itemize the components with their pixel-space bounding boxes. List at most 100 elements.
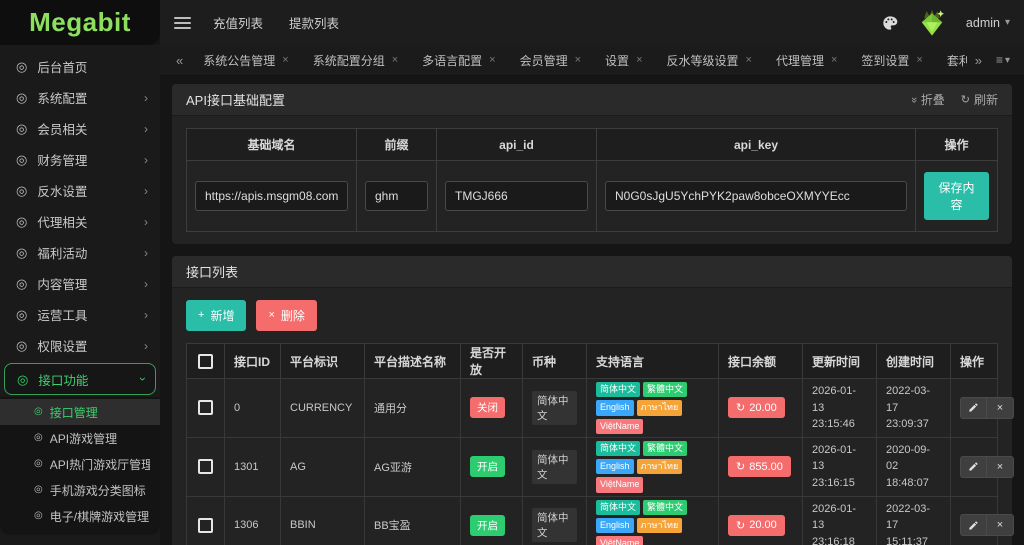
- edit-button[interactable]: [960, 397, 987, 419]
- sidebar-item[interactable]: ◎福利活动›: [0, 237, 160, 268]
- row-checkbox[interactable]: [198, 400, 213, 415]
- api-config-table: 基础域名 前缀 api_id api_key 操作 保存内容: [186, 128, 998, 232]
- updated-time: 23:15:46: [812, 416, 867, 433]
- delete-button[interactable]: × 删除: [256, 300, 316, 331]
- interface-list-panel: 接口列表 + 新增 × 删除: [172, 256, 1012, 545]
- tab-item[interactable]: 多语言配置×: [410, 45, 507, 75]
- brand-logo-text: Megabit: [29, 7, 131, 38]
- chevron-right-icon: ›: [144, 308, 148, 322]
- interface-id-cell: 1306: [225, 496, 281, 545]
- sidebar-item[interactable]: ◎日志管理›: [0, 537, 160, 545]
- sidebar-subitem[interactable]: ◎手机游戏分类图标: [0, 477, 160, 503]
- add-button[interactable]: + 新增: [186, 300, 246, 331]
- hamburger-menu-icon[interactable]: [174, 17, 191, 29]
- chevron-right-icon: ›: [144, 246, 148, 260]
- tabs-scroll-right-icon[interactable]: »: [967, 53, 990, 68]
- tab-bar: « 系统公告管理×系统配置分组×多语言配置×会员管理×设置×反水等级设置×代理管…: [160, 45, 1024, 76]
- tabs-menu-button[interactable]: ≡ ▾: [990, 53, 1016, 67]
- tab-item[interactable]: 系统公告管理×: [191, 45, 300, 75]
- row-delete-button[interactable]: ×: [987, 456, 1014, 478]
- close-icon[interactable]: ×: [489, 54, 495, 66]
- close-icon[interactable]: ×: [916, 54, 922, 66]
- close-icon[interactable]: ×: [831, 54, 837, 66]
- tab-item[interactable]: 反水等级设置×: [655, 45, 764, 75]
- platform-name-cell: BB宝盈: [365, 496, 461, 545]
- close-icon[interactable]: ×: [746, 54, 752, 66]
- balance-cell: ↻855.00: [719, 437, 803, 496]
- operations-cell: ×: [951, 379, 998, 438]
- sidebar-subitem[interactable]: ◎接口管理: [0, 399, 160, 425]
- sidebar-subitem[interactable]: ◎API游戏管理: [0, 425, 160, 451]
- api-id-input[interactable]: [445, 181, 588, 211]
- select-all-checkbox[interactable]: [198, 354, 213, 369]
- sidebar-subitem[interactable]: ◎电子/棋牌游戏管理: [0, 503, 160, 529]
- operation-buttons: ×: [960, 397, 1014, 419]
- list-toolbar: + 新增 × 删除: [186, 300, 998, 331]
- sidebar-submenu: ◎接口管理◎API游戏管理◎API热门游戏厅管理◎手机游戏分类图标◎电子/棋牌游…: [0, 397, 160, 535]
- sidebar-item[interactable]: ◎会员相关›: [0, 113, 160, 144]
- topbar-nav-item[interactable]: 提款列表: [289, 13, 339, 32]
- sidebar-item[interactable]: ◎运营工具›: [0, 299, 160, 330]
- caret-down-icon: ▾: [1005, 17, 1010, 28]
- tab-item[interactable]: 系统配置分组×: [301, 45, 410, 75]
- updated-time: 23:16:18: [812, 534, 867, 545]
- api-key-input[interactable]: [605, 181, 907, 211]
- tab-item[interactable]: 签到设置×: [849, 45, 934, 75]
- interface-list-panel-body: + 新增 × 删除 接口ID平台标识平台描述名称是否开放币种支持语言接口余额更新…: [172, 288, 1012, 545]
- tab-item[interactable]: 套利查询×: [935, 45, 967, 75]
- base-domain-input[interactable]: [195, 181, 348, 211]
- save-button[interactable]: 保存内容: [924, 172, 989, 220]
- updated-time: 23:16:15: [812, 475, 867, 492]
- config-col-header: api_key: [597, 129, 916, 161]
- circle-icon: ◎: [34, 459, 43, 469]
- tab-item[interactable]: 代理管理×: [764, 45, 849, 75]
- tabs-scroll-left-icon[interactable]: «: [168, 53, 191, 68]
- circle-icon: ◎: [16, 308, 27, 321]
- sidebar-item[interactable]: ◎后台首页: [0, 51, 160, 82]
- close-icon[interactable]: ×: [282, 54, 288, 66]
- tab-item[interactable]: 会员管理×: [508, 45, 593, 75]
- balance-badge[interactable]: ↻20.00: [728, 515, 785, 536]
- balance-badge[interactable]: ↻855.00: [728, 456, 791, 477]
- balance-badge[interactable]: ↻20.00: [728, 397, 785, 418]
- close-icon[interactable]: ×: [392, 54, 398, 66]
- row-delete-button[interactable]: ×: [987, 514, 1014, 536]
- currency-cell: 简体中文: [523, 379, 587, 438]
- edit-button[interactable]: [960, 514, 987, 536]
- avatar-diamond-icon[interactable]: [916, 8, 948, 38]
- tabs-strip: 系统公告管理×系统配置分组×多语言配置×会员管理×设置×反水等级设置×代理管理×…: [191, 45, 966, 75]
- edit-button[interactable]: [960, 456, 987, 478]
- table-row: 0CURRENCY通用分关闭简体中文简体中文繁體中文Englishภาษาไทย…: [187, 379, 998, 438]
- topbar-nav-item[interactable]: 充值列表: [213, 13, 263, 32]
- sidebar-item-label: 代理相关: [37, 212, 144, 231]
- sidebar-item[interactable]: ◎反水设置›: [0, 175, 160, 206]
- circle-icon: ◎: [16, 215, 27, 228]
- sidebar-item[interactable]: ◎系统配置›: [0, 82, 160, 113]
- created-time-cell: 2020-09-0218:48:07: [877, 437, 951, 496]
- sidebar-item[interactable]: ◎权限设置›: [0, 330, 160, 361]
- sidebar-item[interactable]: ◎内容管理›: [0, 268, 160, 299]
- updated-date: 2026-01-13: [812, 442, 867, 475]
- circle-icon: ◎: [34, 511, 43, 521]
- languages-cell: 简体中文繁體中文EnglishภาษาไทยViệtName: [587, 379, 719, 438]
- interface-list-panel-header: 接口列表: [172, 256, 1012, 288]
- prefix-input[interactable]: [365, 181, 428, 211]
- sidebar-menu: ◎后台首页◎系统配置›◎会员相关›◎财务管理›◎反水设置›◎代理相关›◎福利活动…: [0, 51, 160, 545]
- sidebar-subitem[interactable]: ◎API热门游戏厅管理: [0, 451, 160, 477]
- row-delete-button[interactable]: ×: [987, 397, 1014, 419]
- palette-icon[interactable]: [882, 15, 898, 31]
- refresh-button[interactable]: ↻ 刷新: [961, 91, 998, 108]
- row-checkbox[interactable]: [198, 459, 213, 474]
- collapse-button[interactable]: » 折叠: [911, 91, 945, 108]
- close-icon[interactable]: ×: [575, 54, 581, 66]
- user-menu[interactable]: admin ▾: [966, 16, 1010, 30]
- tab-item[interactable]: 设置×: [593, 45, 654, 75]
- close-icon[interactable]: ×: [636, 54, 642, 66]
- language-badge: 繁體中文: [643, 441, 687, 456]
- sidebar-item[interactable]: ◎接口功能›: [4, 363, 156, 395]
- sidebar-item-label: 财务管理: [37, 150, 144, 169]
- sidebar-item[interactable]: ◎财务管理›: [0, 144, 160, 175]
- sidebar-item-label: 内容管理: [37, 274, 144, 293]
- sidebar-item[interactable]: ◎代理相关›: [0, 206, 160, 237]
- row-checkbox[interactable]: [198, 518, 213, 533]
